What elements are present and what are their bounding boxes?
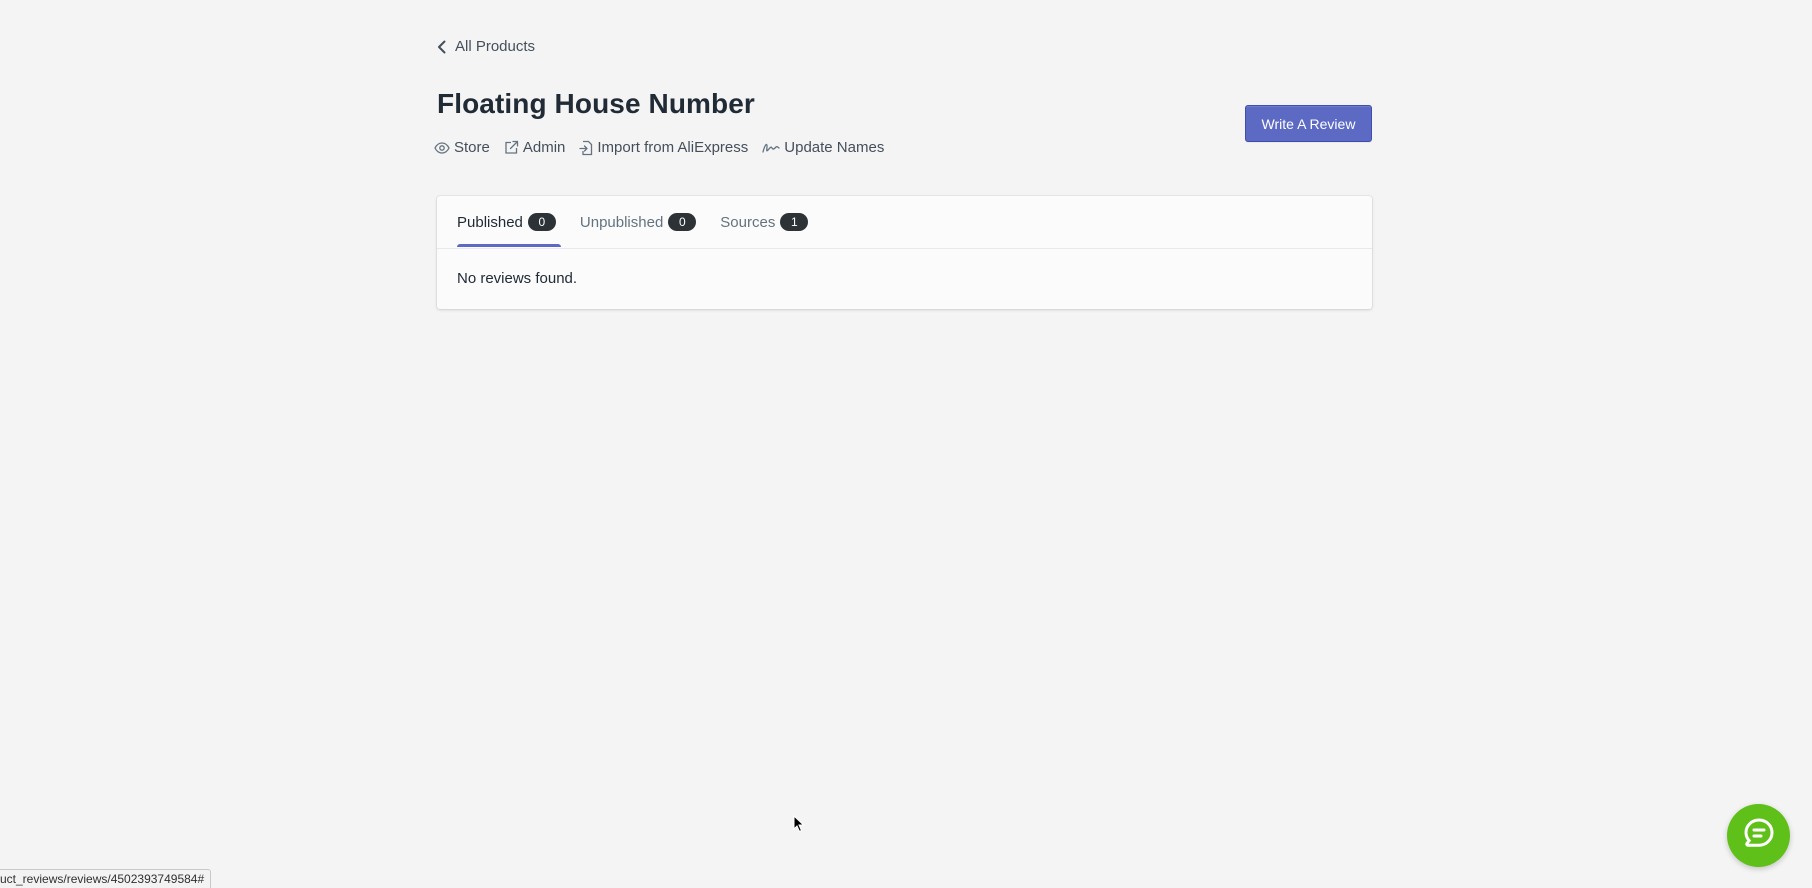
review-tabs: Published 0 Unpublished 0 Sources 1: [437, 196, 1372, 249]
sources-count-badge: 1: [780, 213, 809, 231]
import-aliexpress-action[interactable]: Import from AliExpress: [579, 139, 748, 156]
update-names-label: Update Names: [784, 139, 885, 156]
empty-state-message: No reviews found.: [457, 270, 578, 287]
chat-launcher-button[interactable]: [1727, 804, 1790, 867]
chat-bubble-icon: [1742, 816, 1776, 855]
tab-published-label: Published: [457, 213, 523, 231]
product-actions: Store Admin Import from AliExpress Updat…: [434, 139, 884, 156]
external-link-icon: [504, 140, 519, 155]
tab-unpublished[interactable]: Unpublished 0: [579, 196, 697, 248]
mouse-cursor-icon: [793, 814, 805, 838]
admin-action[interactable]: Admin: [504, 139, 566, 156]
tab-published[interactable]: Published 0: [457, 196, 561, 248]
back-to-products-link[interactable]: All Products: [437, 38, 535, 55]
page-title: Floating House Number: [437, 88, 755, 119]
write-review-button[interactable]: Write A Review: [1245, 105, 1372, 142]
back-link-label: All Products: [455, 38, 536, 55]
admin-action-label: Admin: [522, 139, 566, 156]
browser-status-bar: uct_reviews/reviews/4502393749584#: [0, 869, 212, 888]
tab-sources-label: Sources: [720, 213, 776, 231]
tab-sources[interactable]: Sources 1: [720, 196, 809, 248]
store-action[interactable]: Store: [434, 139, 490, 156]
chevron-left-icon: [437, 40, 447, 54]
tab-unpublished-label: Unpublished: [579, 213, 664, 231]
eye-icon: [434, 141, 450, 155]
signature-icon: [762, 142, 780, 154]
import-action-label: Import from AliExpress: [597, 139, 749, 156]
import-file-icon: [579, 140, 593, 156]
published-count-badge: 0: [527, 213, 556, 231]
store-action-label: Store: [454, 139, 490, 156]
update-names-action[interactable]: Update Names: [762, 139, 884, 156]
reviews-card: Published 0 Unpublished 0 Sources 1 No r…: [437, 196, 1372, 309]
unpublished-count-badge: 0: [668, 213, 697, 231]
